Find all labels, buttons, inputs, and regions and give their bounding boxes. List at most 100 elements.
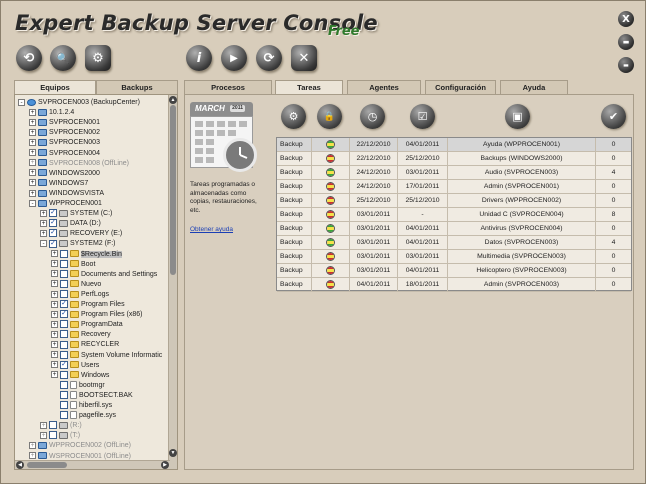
checkbox[interactable]	[60, 391, 68, 400]
tree-item[interactable]: + Recovery	[51, 330, 111, 340]
table-row[interactable]: Backup 24/12/2010 17/01/2011 Admin (SVPROCE…	[277, 180, 631, 194]
tree-item[interactable]: + SVPROCEN004	[29, 149, 100, 159]
checkbox[interactable]	[60, 279, 68, 288]
checkbox[interactable]: ✓	[49, 219, 57, 228]
tree-item[interactable]: + RECYCLER	[51, 340, 119, 350]
checkbox[interactable]: ✓	[49, 229, 57, 238]
expand-icon[interactable]: +	[51, 290, 58, 298]
checkbox[interactable]	[49, 431, 57, 440]
expand-icon[interactable]: +	[40, 229, 47, 237]
expand-icon[interactable]: +	[51, 270, 58, 278]
refresh-icon[interactable]: ⟳	[256, 45, 282, 71]
table-row[interactable]: Backup 04/01/2011 18/01/2011 Admin (SVPROCE…	[277, 278, 631, 292]
expand-icon[interactable]: +	[29, 169, 36, 177]
checkbox[interactable]	[60, 269, 68, 278]
lock-icon[interactable]: 🔒	[317, 104, 342, 129]
help-link[interactable]: Obtener ayuda	[190, 226, 233, 233]
scroll-right-icon[interactable]: ▶	[161, 461, 169, 469]
tree-item[interactable]: + (T:)	[40, 431, 80, 441]
expand-icon[interactable]: +	[51, 341, 58, 349]
expand-icon[interactable]: +	[29, 118, 36, 126]
tree-item[interactable]: + WINDOWSVISTA	[29, 189, 104, 199]
tab-equipos[interactable]: Equipos	[14, 80, 96, 94]
expand-icon[interactable]: +	[51, 351, 58, 359]
checkbox[interactable]	[60, 330, 68, 339]
expand-icon[interactable]: +	[40, 421, 47, 429]
tree-item[interactable]: + Windows	[51, 370, 109, 381]
expand-icon[interactable]: +	[29, 128, 36, 136]
delete-icon[interactable]: ✕	[291, 45, 317, 71]
checkbox[interactable]	[60, 340, 68, 349]
checkbox[interactable]	[60, 350, 68, 359]
expand-icon[interactable]: +	[29, 159, 36, 167]
expand-icon[interactable]: +	[40, 219, 47, 227]
tree-item[interactable]: + SVPROCEN003	[29, 138, 100, 148]
expand-icon[interactable]: +	[29, 108, 36, 116]
expand-icon[interactable]: +	[29, 189, 36, 197]
back-icon[interactable]: ⟲	[16, 45, 42, 71]
tree-item[interactable]: bootmgr	[51, 380, 105, 391]
expand-icon[interactable]: +	[51, 260, 58, 268]
expand-icon[interactable]: +	[51, 371, 58, 379]
close-icon[interactable]: X	[618, 11, 634, 27]
tree-vertical-scrollbar[interactable]: ▲ ▼	[168, 95, 177, 469]
tree-item[interactable]: + WPPROCEN002 (OffLine)	[29, 441, 131, 451]
expand-icon[interactable]: +	[51, 250, 58, 258]
expand-icon[interactable]: +	[29, 442, 36, 450]
tab-backups[interactable]: Backups	[96, 80, 178, 94]
tree-hscroll-thumb[interactable]	[27, 462, 67, 468]
checkbox[interactable]	[49, 421, 57, 430]
checkbox[interactable]	[60, 411, 68, 420]
tree-item[interactable]: + SVPROCEN001	[29, 118, 100, 128]
expand-icon[interactable]: +	[51, 280, 58, 288]
expand-icon[interactable]: +	[29, 179, 36, 187]
tree-item[interactable]: + System Volume Informatic	[51, 350, 162, 361]
tree-item[interactable]: pagefile.sys	[51, 411, 116, 421]
checkbox[interactable]	[60, 370, 68, 379]
window-icon[interactable]: ▣	[505, 104, 530, 129]
table-row[interactable]: Backup 25/12/2010 25/12/2010 Drivers (WPPRO…	[277, 194, 631, 208]
maximize-icon[interactable]: ▬	[618, 34, 634, 50]
tree-item[interactable]: + ProgramData	[51, 320, 123, 330]
tree-item[interactable]: + ✓ RECOVERY (E:)	[40, 229, 122, 239]
table-row[interactable]: Backup 03/01/2011 04/01/2011 Helicoptero (S…	[277, 264, 631, 278]
settings-icon[interactable]: ⚙	[85, 45, 111, 71]
tree-item[interactable]: + PerfLogs	[51, 290, 109, 300]
expand-icon[interactable]: +	[29, 149, 36, 157]
table-row[interactable]: Backup 22/12/2010 25/12/2010 Backups (WINDO…	[277, 152, 631, 166]
expand-icon[interactable]: +	[51, 330, 58, 338]
tree-item[interactable]: + (R:)	[40, 421, 82, 431]
expand-icon[interactable]: +	[40, 431, 47, 439]
table-row[interactable]: Backup 03/01/2011 03/01/2011 Multimedia (SV…	[277, 250, 631, 264]
checkbox[interactable]	[60, 290, 68, 299]
minimize-icon[interactable]: ▬	[618, 57, 634, 73]
expand-icon[interactable]: -	[29, 199, 36, 207]
tree-item[interactable]: - ✓ SYSTEM2 (F:)	[40, 239, 116, 249]
tree-item[interactable]: + ✓ Users	[51, 360, 99, 371]
scroll-left-icon[interactable]: ◀	[16, 461, 24, 469]
checkbox[interactable]	[60, 401, 68, 410]
expand-icon[interactable]: +	[51, 361, 58, 369]
info-icon[interactable]: i	[186, 45, 212, 71]
search-icon[interactable]: 🔍	[50, 45, 76, 71]
checkbox[interactable]	[60, 259, 68, 268]
tab-procesos[interactable]: Procesos	[184, 80, 272, 94]
tree-item[interactable]: hiberfil.sys	[51, 401, 112, 411]
expand-icon[interactable]: -	[18, 98, 25, 106]
table-row[interactable]: Backup 03/01/2011 04/01/2011 Datos (SVPROCE…	[277, 236, 631, 250]
tree-item[interactable]: - SVPROCEN003 (BackupCenter)	[18, 98, 140, 108]
table-row[interactable]: Backup 03/01/2011 04/01/2011 Antivirus (SVP…	[277, 222, 631, 236]
checkbox[interactable]: ✓	[49, 239, 57, 248]
tree-item[interactable]: + Boot	[51, 259, 95, 270]
play-icon[interactable]: ▶	[221, 45, 247, 71]
tree-item[interactable]: + ✓ Program Files	[51, 300, 125, 310]
tree-item[interactable]: + $Recycle.Bin	[51, 249, 122, 260]
tree-item[interactable]: BOOTSECT.BAK	[51, 391, 133, 401]
expand-icon[interactable]: -	[40, 240, 47, 248]
checkbox[interactable]: ✓	[49, 209, 57, 218]
tree-item[interactable]: + WINDOWS7	[29, 179, 88, 189]
expand-icon[interactable]: +	[51, 310, 58, 318]
clock-icon[interactable]: ◷	[360, 104, 385, 129]
checkbox[interactable]	[60, 380, 68, 389]
checkbox[interactable]	[60, 320, 68, 329]
